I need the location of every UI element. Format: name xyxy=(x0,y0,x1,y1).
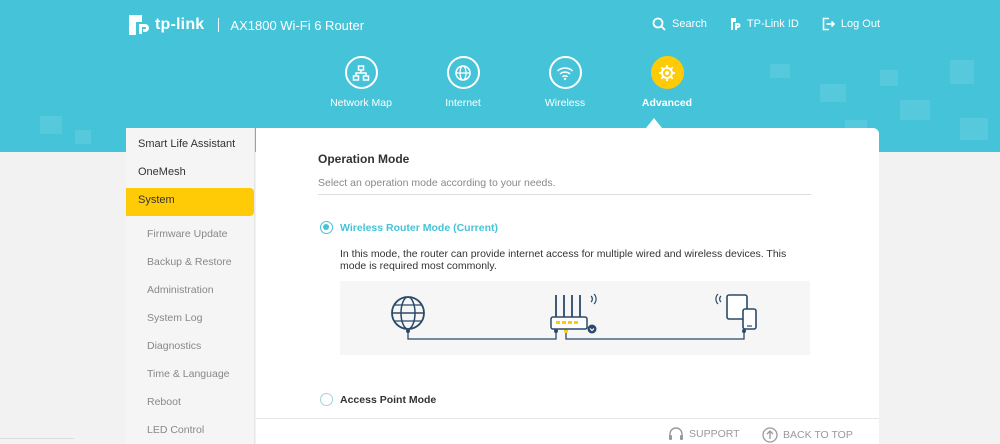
tab-label: Network Map xyxy=(330,97,392,109)
main-content: Operation Mode Select an operation mode … xyxy=(256,128,879,444)
option-label: Wireless Router Mode (Current) xyxy=(340,221,499,234)
main-mode-tabs: Network Map Internet Wireless Advanced xyxy=(310,56,718,109)
sidebar-subitem-backup-restore[interactable]: Backup & Restore xyxy=(126,248,254,276)
page-title: Operation Mode xyxy=(318,152,410,166)
search-link[interactable]: Search xyxy=(652,17,707,31)
page-edge-line xyxy=(0,438,74,444)
sidebar-subitem-diagnostics[interactable]: Diagnostics xyxy=(126,332,254,360)
sidebar-subitem-system-log[interactable]: System Log xyxy=(126,304,254,332)
sidebar-subitem-administration[interactable]: Administration xyxy=(126,276,254,304)
footer-bar: SUPPORT BACK TO TOP xyxy=(256,418,879,444)
tplink-logo-icon xyxy=(126,12,152,38)
decor-pixel xyxy=(960,118,988,140)
radio-wireless-router-mode[interactable] xyxy=(320,221,333,234)
decor-pixel xyxy=(880,70,898,86)
sidebar-subitem-firmware-update[interactable]: Firmware Update xyxy=(126,220,254,248)
wireless-router-mode-option[interactable]: Wireless Router Mode (Current) xyxy=(320,221,498,234)
sidebar: Smart Life Assistant OneMesh System Firm… xyxy=(126,128,255,444)
decor-pixel xyxy=(950,60,974,84)
search-icon xyxy=(652,17,666,31)
decor-pixel xyxy=(820,84,846,102)
sidebar-item-system[interactable]: System xyxy=(126,188,254,216)
client-devices-icon xyxy=(715,293,757,330)
sidebar-subitem-time-language[interactable]: Time & Language xyxy=(126,360,254,388)
page-subtitle: Select an operation mode according to yo… xyxy=(318,177,556,189)
divider xyxy=(218,18,220,32)
option-label: Access Point Mode xyxy=(340,393,437,406)
tab-network-map[interactable]: Network Map xyxy=(310,56,412,109)
sidebar-item-onemesh[interactable]: OneMesh xyxy=(126,160,254,188)
mode-circle xyxy=(446,56,480,89)
access-point-mode-option[interactable]: Access Point Mode xyxy=(320,393,436,406)
logo-text: tp-link xyxy=(155,16,205,33)
logout-link[interactable]: Log Out xyxy=(821,17,880,31)
decor-pixel xyxy=(40,116,62,134)
tab-label: Wireless xyxy=(544,97,586,109)
tplink-id-link[interactable]: TP-Link ID xyxy=(729,17,799,31)
tplink-id-label: TP-Link ID xyxy=(746,18,799,30)
divider xyxy=(318,194,811,195)
sidebar-subitem-reboot[interactable]: Reboot xyxy=(126,388,254,416)
back-to-top-label: BACK TO TOP xyxy=(783,429,853,441)
decor-pixel xyxy=(75,130,91,144)
decor-pixel xyxy=(900,100,930,120)
brand-logo[interactable]: tp-link AX1800 Wi-Fi 6 Router xyxy=(126,12,364,38)
internet-globe-icon xyxy=(391,296,425,330)
logout-icon xyxy=(822,17,835,31)
tab-label: Advanced xyxy=(641,97,693,109)
arrow-up-circle-icon xyxy=(762,427,778,443)
mode-description: In this mode, the router can provide int… xyxy=(340,248,787,272)
headset-icon xyxy=(669,427,683,440)
sidebar-item-smart-life-assistant[interactable]: Smart Life Assistant xyxy=(126,132,254,160)
sidebar-subitem-led-control[interactable]: LED Control xyxy=(126,416,254,444)
connection-lines xyxy=(406,329,746,340)
radio-access-point-mode[interactable] xyxy=(320,393,333,406)
wifi-icon xyxy=(556,66,574,80)
support-label: SUPPORT xyxy=(689,427,740,440)
mode-circle-active xyxy=(650,56,684,89)
tplink-id-icon xyxy=(730,18,741,30)
tab-advanced[interactable]: Advanced xyxy=(616,56,718,109)
tab-internet[interactable]: Internet xyxy=(412,56,514,109)
support-link[interactable]: SUPPORT xyxy=(668,427,740,440)
tab-label: Internet xyxy=(445,97,481,109)
topology-diagram xyxy=(340,281,810,355)
top-nav: Search TP-Link ID Log Out xyxy=(652,17,880,31)
decor-pixel xyxy=(770,64,790,78)
mode-circle xyxy=(344,56,378,89)
model-name: AX1800 Wi-Fi 6 Router xyxy=(230,17,365,33)
network-map-icon xyxy=(352,64,370,81)
gear-icon xyxy=(659,64,675,81)
logout-label: Log Out xyxy=(840,18,880,30)
back-to-top-link[interactable]: BACK TO TOP xyxy=(762,427,853,443)
tab-wireless[interactable]: Wireless xyxy=(514,56,616,109)
router-icon xyxy=(550,293,597,334)
active-tab-pointer xyxy=(646,118,662,128)
mode-circle xyxy=(548,56,582,89)
search-label: Search xyxy=(672,18,707,30)
globe-icon xyxy=(455,64,471,81)
